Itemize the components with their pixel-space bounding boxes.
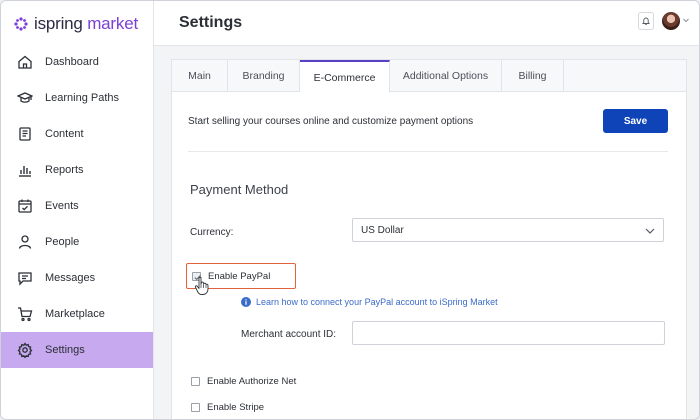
avatar[interactable] xyxy=(662,12,680,30)
sidebar-item-marketplace[interactable]: Marketplace xyxy=(1,296,153,332)
enable-authorize-net-checkbox[interactable]: Enable Authorize Net xyxy=(191,376,296,387)
cart-icon xyxy=(18,307,33,322)
brand-name-part2: market xyxy=(82,14,138,33)
sidebar-item-reports[interactable]: Reports xyxy=(1,152,153,188)
bar-chart-icon xyxy=(19,166,31,177)
checkbox-box[interactable] xyxy=(191,377,200,386)
sidebar-item-label: Messages xyxy=(45,272,96,284)
paypal-help-link-text: Learn how to connect your PayPal account… xyxy=(256,297,498,307)
save-button[interactable]: Save xyxy=(603,109,668,133)
sidebar: ispring market Dashboard Learning Paths … xyxy=(1,1,154,419)
message-icon xyxy=(18,272,32,286)
person-icon xyxy=(18,235,32,249)
home-icon xyxy=(18,55,32,69)
merchant-id-label: Merchant account ID: xyxy=(241,329,337,340)
sidebar-item-label: Events xyxy=(45,200,79,212)
enable-paypal-label: Enable PayPal xyxy=(208,271,271,282)
paypal-help-link[interactable]: Learn how to connect your PayPal account… xyxy=(241,297,498,307)
ecommerce-intro-text: Start selling your courses online and cu… xyxy=(188,116,474,127)
chevron-down-icon xyxy=(645,228,655,234)
enable-authorize-net-label: Enable Authorize Net xyxy=(207,376,297,387)
enable-stripe-checkbox[interactable]: Enable Stripe xyxy=(191,402,264,413)
graduation-cap-icon xyxy=(17,92,33,103)
sidebar-item-label: Reports xyxy=(45,164,84,176)
currency-select[interactable]: US Dollar xyxy=(352,218,664,242)
document-icon xyxy=(19,127,31,141)
brand-name: ispring market xyxy=(34,14,138,34)
sidebar-nav: Dashboard Learning Paths Content Reports… xyxy=(1,44,153,368)
sidebar-item-label: Content xyxy=(45,128,84,140)
page-title: Settings xyxy=(179,14,243,31)
sidebar-item-events[interactable]: Events xyxy=(1,188,153,224)
sidebar-item-learning-paths[interactable]: Learning Paths xyxy=(1,80,153,116)
sidebar-item-dashboard[interactable]: Dashboard xyxy=(1,44,153,80)
gear-icon xyxy=(17,342,33,358)
settings-tabs: Main Branding E-Commerce Additional Opti… xyxy=(172,60,686,93)
currency-label: Currency: xyxy=(190,227,234,238)
tab-main[interactable]: Main xyxy=(172,60,228,92)
bell-icon xyxy=(642,17,650,26)
checkbox-box[interactable] xyxy=(191,403,200,412)
notifications-button[interactable] xyxy=(638,12,654,30)
merchant-id-input[interactable] xyxy=(352,321,665,345)
sidebar-item-label: Learning Paths xyxy=(45,92,119,104)
chevron-down-icon[interactable] xyxy=(682,16,690,24)
sidebar-item-settings[interactable]: Settings xyxy=(1,332,153,368)
sidebar-item-content[interactable]: Content xyxy=(1,116,153,152)
sidebar-item-label: People xyxy=(45,236,80,248)
enable-stripe-label: Enable Stripe xyxy=(207,402,265,413)
brand-name-part1: ispring xyxy=(34,14,83,33)
sidebar-item-messages[interactable]: Messages xyxy=(1,260,153,296)
calendar-icon xyxy=(18,199,32,213)
payment-method-heading: Payment Method xyxy=(190,182,289,197)
settings-card: Main Branding E-Commerce Additional Opti… xyxy=(171,59,687,419)
ispring-flower-icon xyxy=(14,17,28,31)
tab-e-commerce[interactable]: E-Commerce xyxy=(300,60,390,93)
sidebar-item-label: Marketplace xyxy=(45,308,105,320)
top-header: Settings xyxy=(154,1,699,46)
sidebar-item-people[interactable]: People xyxy=(1,224,153,260)
tab-billing[interactable]: Billing xyxy=(502,60,564,92)
info-icon xyxy=(241,297,251,307)
brand-logo[interactable]: ispring market xyxy=(13,14,138,34)
currency-selected-value: US Dollar xyxy=(361,224,404,236)
sidebar-item-label: Dashboard xyxy=(45,56,99,68)
divider xyxy=(188,151,668,152)
tab-additional-options[interactable]: Additional Options xyxy=(390,60,502,92)
tab-branding[interactable]: Branding xyxy=(228,60,300,92)
app-window: ispring market Dashboard Learning Paths … xyxy=(0,0,700,420)
hand-cursor-icon xyxy=(194,276,209,295)
sidebar-item-label: Settings xyxy=(45,344,85,356)
